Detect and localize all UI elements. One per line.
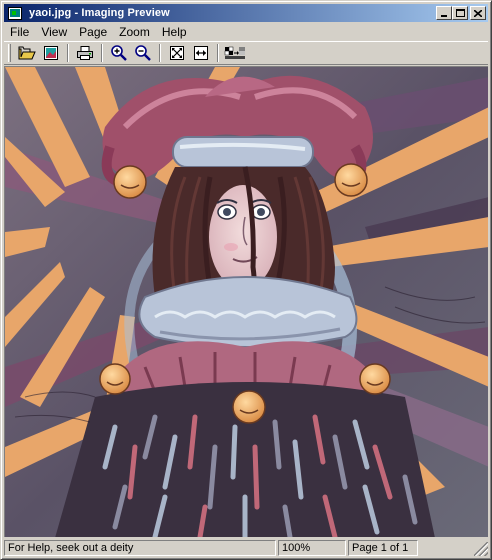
minimize-button[interactable] — [436, 6, 452, 20]
image-viewport[interactable] — [4, 66, 488, 537]
jester-painting — [5, 67, 488, 537]
app-icon[interactable] — [7, 6, 23, 20]
window-controls — [436, 6, 486, 20]
toolbar-separator — [159, 44, 161, 62]
title-bar[interactable]: yaoi.jpg - Imaging Preview — [4, 4, 488, 22]
toolbar-grip[interactable] — [8, 44, 11, 62]
printer-icon — [76, 46, 93, 60]
folder-open-icon — [18, 46, 36, 60]
best-fit-icon — [169, 46, 184, 60]
menu-help[interactable]: Help — [156, 23, 193, 41]
status-page: Page 1 of 1 — [348, 540, 418, 556]
zoom-out-icon — [134, 45, 151, 61]
status-message: For Help, seek out a deity — [4, 540, 276, 556]
menu-file[interactable]: File — [4, 23, 35, 41]
close-button[interactable] — [470, 6, 486, 20]
menu-bar: File View Page Zoom Help — [4, 23, 488, 41]
menu-zoom[interactable]: Zoom — [113, 23, 156, 41]
status-bar: For Help, seek out a deity 100% Page 1 o… — [4, 539, 488, 557]
image-icon — [43, 46, 58, 60]
open-button[interactable] — [15, 42, 38, 64]
menu-view[interactable]: View — [35, 23, 73, 41]
menu-page[interactable]: Page — [73, 23, 113, 41]
scale-to-gray-icon — [224, 46, 245, 59]
best-fit-button[interactable] — [165, 42, 188, 64]
toolbar-separator — [101, 44, 103, 62]
resize-grip[interactable] — [474, 542, 488, 556]
toolbar-separator — [217, 44, 219, 62]
image-properties-button[interactable] — [39, 42, 62, 64]
zoom-out-button[interactable] — [131, 42, 154, 64]
toolbar — [4, 41, 488, 65]
toolbar-separator — [67, 44, 69, 62]
window-title: yaoi.jpg - Imaging Preview — [29, 7, 170, 19]
zoom-in-button[interactable] — [107, 42, 130, 64]
maximize-button[interactable] — [452, 6, 468, 20]
zoom-in-icon — [110, 45, 127, 61]
fit-width-icon — [193, 46, 208, 60]
print-button[interactable] — [73, 42, 96, 64]
application-window: yaoi.jpg - Imaging Preview File View Pag… — [0, 0, 492, 560]
status-zoom: 100% — [278, 540, 346, 556]
fit-width-button[interactable] — [189, 42, 212, 64]
scale-to-gray-button[interactable] — [223, 42, 246, 64]
